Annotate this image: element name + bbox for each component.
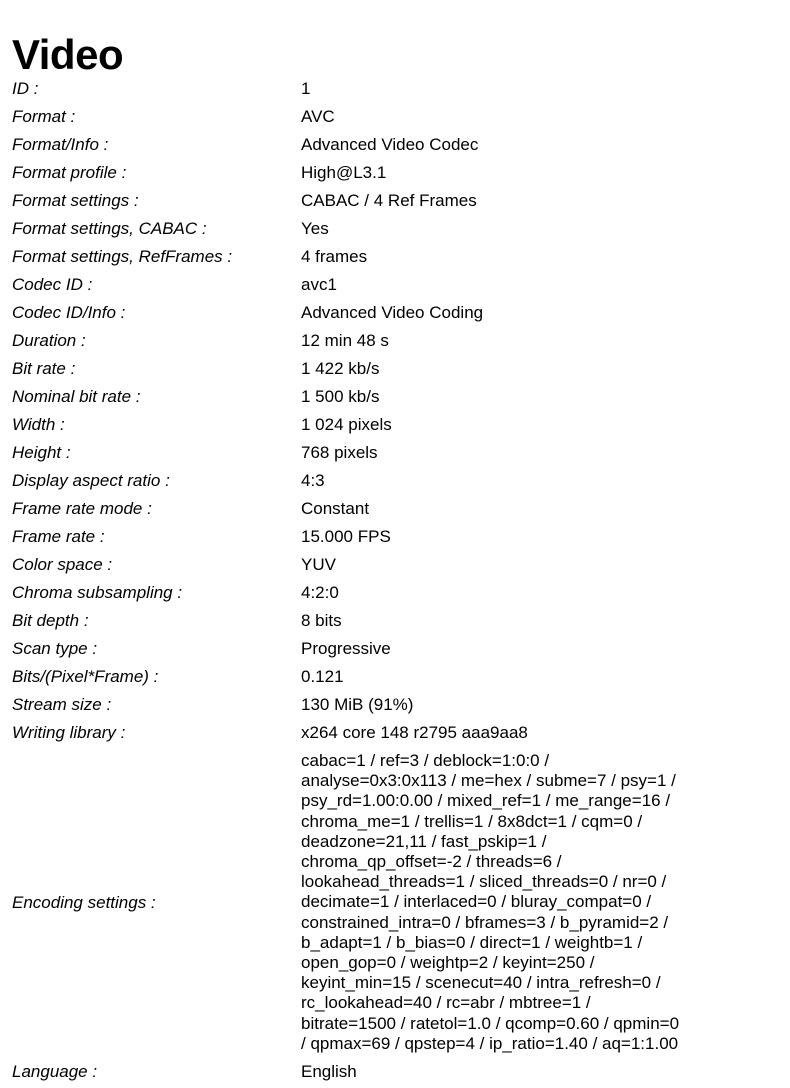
table-row-encoding-settings: Encoding settings : cabac=1 / ref=3 / de… xyxy=(0,747,790,1058)
table-row: Color space : YUV xyxy=(0,551,790,579)
table-row: Format : AVC xyxy=(0,103,790,131)
page-title: Video xyxy=(12,31,124,79)
property-value: 0.121 xyxy=(301,667,344,686)
table-row: Duration : 12 min 48 s xyxy=(0,327,790,355)
property-value: Yes xyxy=(301,219,329,238)
table-row-language: Language : English xyxy=(0,1058,790,1086)
property-label: Chroma subsampling : xyxy=(12,583,183,602)
property-value: 4:2:0 xyxy=(301,583,339,602)
property-label: Format settings, RefFrames : xyxy=(12,247,233,266)
property-label: Height : xyxy=(12,443,71,462)
property-label: Frame rate mode : xyxy=(12,499,152,518)
property-label: Frame rate : xyxy=(12,527,105,546)
property-label: Codec ID : xyxy=(12,275,93,294)
property-label: Codec ID/Info : xyxy=(12,303,126,322)
property-value: Constant xyxy=(301,499,370,518)
property-value: CABAC / 4 Ref Frames xyxy=(301,191,477,210)
property-value: 4 frames xyxy=(301,247,368,266)
video-metadata-page: Video ID : 1 Format : AVC Format/Info : … xyxy=(0,0,790,1088)
table-row: Width : 1 024 pixels xyxy=(0,411,790,439)
property-value: 768 pixels xyxy=(301,443,378,462)
language-value: English xyxy=(301,1062,357,1082)
property-value: avc1 xyxy=(301,275,337,294)
table-row: Bit depth : 8 bits xyxy=(0,607,790,635)
property-label: Writing library : xyxy=(12,723,126,742)
property-label: Stream size : xyxy=(12,695,112,714)
table-row: Writing library : x264 core 148 r2795 aa… xyxy=(0,719,790,747)
property-list: ID : 1 Format : AVC Format/Info : Advanc… xyxy=(0,75,790,1086)
property-value: Advanced Video Coding xyxy=(301,303,484,322)
table-row: Chroma subsampling : 4:2:0 xyxy=(0,579,790,607)
property-label: Display aspect ratio : xyxy=(12,471,170,490)
table-row: Format settings, RefFrames : 4 frames xyxy=(0,243,790,271)
property-value: High@L3.1 xyxy=(301,163,387,182)
property-value: Advanced Video Codec xyxy=(301,135,479,154)
property-value: 4:3 xyxy=(301,471,325,490)
property-value: 8 bits xyxy=(301,611,342,630)
property-value: 1 422 kb/s xyxy=(301,359,380,378)
property-value: YUV xyxy=(301,555,336,574)
table-row: Frame rate : 15.000 FPS xyxy=(0,523,790,551)
property-label: Format/Info : xyxy=(12,135,109,154)
property-value: 1 xyxy=(301,79,311,98)
property-label: Bits/(Pixel*Frame) : xyxy=(12,667,159,686)
property-label: Format settings, CABAC : xyxy=(12,219,207,238)
property-label: Bit rate : xyxy=(12,359,76,378)
table-row: Height : 768 pixels xyxy=(0,439,790,467)
table-row: Stream size : 130 MiB (91%) xyxy=(0,691,790,719)
property-label: ID : xyxy=(12,79,39,98)
language-label: Language : xyxy=(12,1062,98,1082)
table-row: Format/Info : Advanced Video Codec xyxy=(0,131,790,159)
property-label: Duration : xyxy=(12,331,86,350)
property-label: Format profile : xyxy=(12,163,127,182)
encoding-settings-value: cabac=1 / ref=3 / deblock=1:0:0 / analys… xyxy=(301,751,680,1053)
property-label: Scan type : xyxy=(12,639,98,658)
encoding-settings-label: Encoding settings : xyxy=(12,892,156,912)
table-row: Display aspect ratio : 4:3 xyxy=(0,467,790,495)
table-row: Format profile : High@L3.1 xyxy=(0,159,790,187)
table-row: Bit rate : 1 422 kb/s xyxy=(0,355,790,383)
property-value: 12 min 48 s xyxy=(301,331,389,350)
property-value: 15.000 FPS xyxy=(301,527,391,546)
property-value: 130 MiB (91%) xyxy=(301,695,414,714)
property-value: 1 024 pixels xyxy=(301,415,392,434)
property-label: Color space : xyxy=(12,555,113,574)
property-label: Format : xyxy=(12,107,76,126)
property-value: Progressive xyxy=(301,639,391,658)
property-value: AVC xyxy=(301,107,335,126)
table-row: Codec ID : avc1 xyxy=(0,271,790,299)
table-row: Frame rate mode : Constant xyxy=(0,495,790,523)
property-label: Bit depth : xyxy=(12,611,89,630)
property-label: Width : xyxy=(12,415,65,434)
table-row: ID : 1 xyxy=(0,75,790,103)
table-row: Nominal bit rate : 1 500 kb/s xyxy=(0,383,790,411)
table-row: Codec ID/Info : Advanced Video Coding xyxy=(0,299,790,327)
property-label: Nominal bit rate : xyxy=(12,387,141,406)
table-row: Bits/(Pixel*Frame) : 0.121 xyxy=(0,663,790,691)
property-value: x264 core 148 r2795 aaa9aa8 xyxy=(301,723,528,742)
table-row: Format settings : CABAC / 4 Ref Frames xyxy=(0,187,790,215)
table-row: Format settings, CABAC : Yes xyxy=(0,215,790,243)
property-value: 1 500 kb/s xyxy=(301,387,380,406)
property-label: Format settings : xyxy=(12,191,139,210)
table-row: Scan type : Progressive xyxy=(0,635,790,663)
